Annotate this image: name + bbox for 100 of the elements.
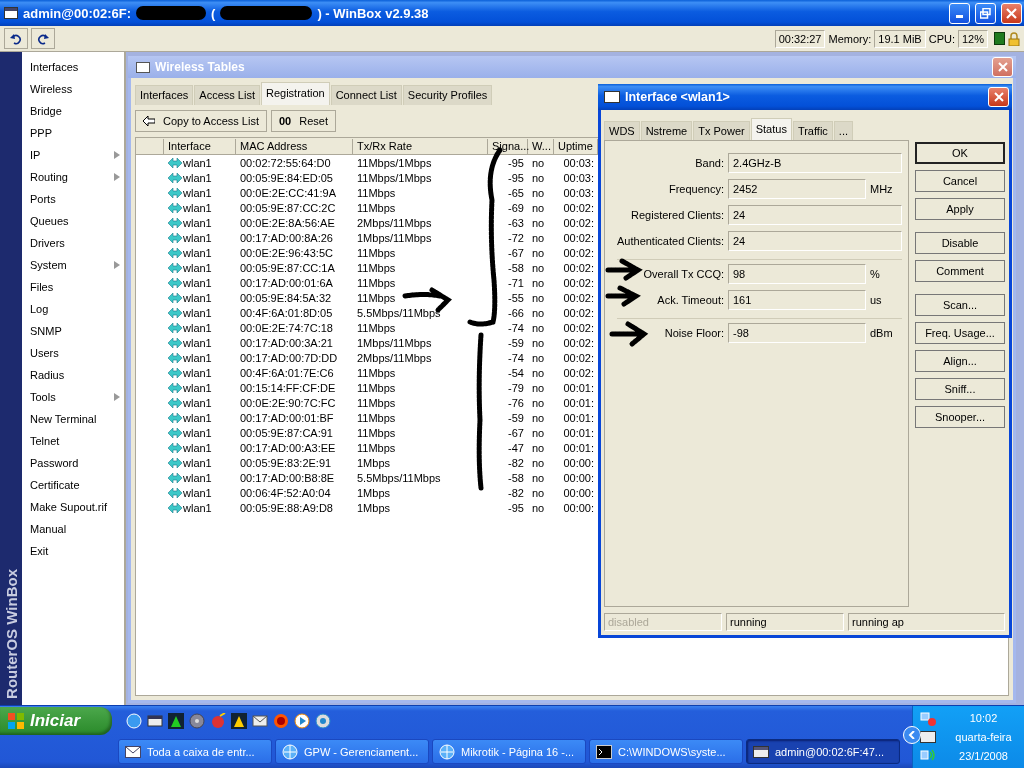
table-cell-text: -74 (507, 321, 525, 334)
disc-icon[interactable] (189, 713, 205, 729)
tab[interactable]: Security Profiles (402, 85, 493, 105)
uptime-value: 00:32:27 (774, 29, 826, 48)
dialog-button[interactable]: Cancel (915, 170, 1005, 192)
table-cell-text: -67 (507, 246, 525, 259)
menu-item[interactable]: Users (22, 342, 124, 364)
taskbar-button[interactable]: Toda a caixa de entr... (118, 739, 272, 764)
double-arrow-icon (168, 187, 182, 198)
double-arrow-icon (168, 442, 182, 453)
status-cell: running (726, 613, 844, 631)
dialog-button[interactable]: Freq. Usage... (915, 322, 1005, 344)
table-cell-text: 1Mbps (356, 501, 392, 514)
close-button[interactable] (1001, 2, 1022, 24)
menu-item[interactable]: Password (22, 452, 124, 474)
restore-button[interactable] (975, 2, 996, 24)
tab[interactable]: Traffic (792, 121, 833, 141)
menu-item[interactable]: IP (22, 144, 124, 166)
reset-button[interactable]: 00 Reset (271, 110, 336, 132)
dialog-button[interactable]: Apply (915, 198, 1005, 220)
tab[interactable]: Status (750, 118, 792, 141)
taskbar-button[interactable]: admin@00:02:6F:47... (746, 739, 900, 764)
window-icon[interactable] (920, 731, 936, 743)
dialog-button[interactable]: Align... (915, 350, 1005, 372)
column-header[interactable]: Tx/Rx Rate (353, 138, 488, 154)
table-cell-text: 00:01: (562, 411, 595, 424)
column-header[interactable]: MAC Address (236, 138, 353, 154)
value-field: 98 (728, 264, 866, 284)
menu-item[interactable]: Ports (22, 188, 124, 210)
dialog-button[interactable]: Snooper... (915, 406, 1005, 428)
table-cell-text: -74 (507, 351, 525, 364)
menu-item[interactable]: Log (22, 298, 124, 320)
window-icon (136, 61, 150, 73)
minimize-button[interactable] (949, 2, 970, 24)
column-header[interactable]: Interface (164, 138, 236, 154)
menu-item[interactable]: Tools (22, 386, 124, 408)
value-field: 24 (728, 231, 902, 251)
tab[interactable]: Connect List (330, 85, 402, 105)
table-cell-text: no (531, 456, 546, 469)
dialog-button[interactable]: Disable (915, 232, 1005, 254)
menu-item[interactable]: Certificate (22, 474, 124, 496)
window-title: Wireless Tables (155, 60, 245, 74)
close-button[interactable] (988, 87, 1009, 107)
globe-icon[interactable] (315, 713, 331, 729)
taskbar-button[interactable]: C:\WINDOWS\syste... (589, 739, 743, 764)
dialog-button[interactable]: Scan... (915, 294, 1005, 316)
envelope-icon[interactable] (252, 713, 268, 729)
menu-item[interactable]: Files (22, 276, 124, 298)
menu-item[interactable]: Drivers (22, 232, 124, 254)
start-button[interactable]: Iniciar (0, 707, 112, 735)
taskbar-button[interactable]: Mikrotik - Página 16 -... (432, 739, 586, 764)
double-arrow-icon (168, 172, 182, 183)
column-header[interactable]: W... (528, 138, 554, 154)
menu-item[interactable]: Wireless (22, 78, 124, 100)
network-icon[interactable] (920, 712, 936, 726)
dialog-button[interactable]: Sniff... (915, 378, 1005, 400)
tab[interactable]: Registration (260, 82, 330, 105)
table-cell-text: 00:0E:2E:CC:41:9A (239, 186, 337, 199)
undo-button[interactable] (4, 28, 28, 49)
table-cell-text: no (531, 411, 546, 424)
tab[interactable]: Access List (194, 85, 260, 105)
table-cell-text: 00:03: (562, 186, 595, 199)
menu-item[interactable]: System (22, 254, 124, 276)
menu-item[interactable]: New Terminal (22, 408, 124, 430)
scribble-arrow-drawing (609, 321, 649, 347)
tab[interactable]: Nstreme (640, 121, 693, 141)
menu-item[interactable]: Interfaces (22, 56, 124, 78)
tab[interactable]: Tx Power (693, 121, 750, 141)
chevron-button[interactable] (903, 726, 921, 744)
ball-icon[interactable] (210, 713, 226, 729)
play-icon[interactable] (294, 713, 310, 729)
window-icon[interactable] (147, 713, 163, 729)
table-cell-text: 00:02: (562, 321, 595, 334)
menu-item[interactable]: PPP (22, 122, 124, 144)
menu-item[interactable]: Radius (22, 364, 124, 386)
close-button[interactable] (992, 57, 1013, 77)
table-cell-text: -55 (507, 291, 525, 304)
menu-item[interactable]: Bridge (22, 100, 124, 122)
menu-item[interactable]: Manual (22, 518, 124, 540)
dialog-button[interactable]: Comment (915, 260, 1005, 282)
status-cell: disabled (604, 613, 722, 631)
menu-item[interactable]: Queues (22, 210, 124, 232)
menu-item[interactable]: Make Supout.rif (22, 496, 124, 518)
field-label: Band: (694, 157, 724, 169)
window-icon (753, 744, 769, 759)
table-cell-text: 00:02: (562, 291, 595, 304)
taskbar-button[interactable]: GPW - Gerenciament... (275, 739, 429, 764)
table-cell-text: 11Mbps (356, 381, 397, 394)
menu-item[interactable]: SNMP (22, 320, 124, 342)
redo-button[interactable] (31, 28, 55, 49)
menu-item[interactable]: Exit (22, 540, 124, 562)
tab[interactable]: WDS (604, 121, 640, 141)
table-cell-text: no (531, 186, 546, 199)
dialog-button[interactable]: OK (915, 142, 1005, 164)
copy-to-access-list-button[interactable]: Copy to Access List (135, 110, 267, 132)
tab[interactable]: Interfaces (135, 85, 194, 105)
menu-item[interactable]: Routing (22, 166, 124, 188)
tab[interactable]: ... (833, 121, 853, 141)
menu-item[interactable]: Telnet (22, 430, 124, 452)
wireless-icon[interactable] (920, 748, 936, 762)
